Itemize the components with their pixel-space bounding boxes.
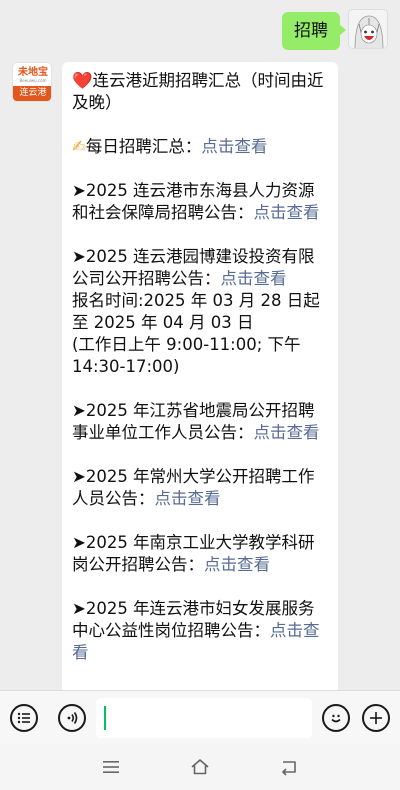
list-item-text: ➤2025 年南京工业大学教学科研岗公开招聘公告： [72,533,315,574]
plus-icon-glyph [370,712,382,724]
voice-icon-glyph [67,712,78,724]
nav-back-icon[interactable] [278,756,300,778]
list-icon-glyph [17,712,30,724]
brand-logo-subtext: Beeulwu.com [19,78,47,83]
brand-logo-city: 连云港 [13,86,51,101]
daily-summary-label: 每日招聘汇总： [85,137,202,156]
plus-icon[interactable] [362,704,390,732]
list-item: ➤2025 年江苏省地震局公开招聘事业单位工作人员公告：点击查看 [72,400,328,444]
outgoing-message[interactable]: 招聘 [282,12,346,50]
official-account-avatar[interactable]: 未地宝 Beeulwu.com 连云港 [12,62,52,102]
list-item: ➤2025 年南京工业大学教学科研岗公开招聘公告：点击查看 [72,532,328,576]
message-title: ❤️连云港近期招聘汇总（时间由近及晚） [72,70,328,114]
brand-logo-text: 未地宝 [18,67,48,78]
heart-icon: ❤️ [72,71,93,90]
input-bar [0,690,400,744]
daily-summary: ✍每日招聘汇总：点击查看 [72,136,328,158]
list-item: ➤2025 年连云港市妇女发展服务中心公益性岗位招聘公告：点击查看 [72,598,328,664]
list-item-link[interactable]: 点击查看 [155,489,221,508]
brand-logo: 未地宝 Beeulwu.com [13,63,51,87]
nav-home-icon[interactable] [189,756,211,778]
nav-menu-glyph [103,761,119,773]
user-avatar[interactable] [348,9,388,49]
list-item-link[interactable]: 点击查看 [221,269,287,288]
list-item: ➤2025 连云港市东海县人力资源和社会保障局招聘公告：点击查看 [72,180,328,224]
list-item-extra: 报名时间:2025 年 03 月 28 日起至 2025 年 04 月 03 日… [72,291,320,376]
voice-icon[interactable] [58,704,86,732]
chat-area: 招聘 未地宝 Beeulwu.com 连云港 ❤️连云港近期招聘汇总（时间由近及… [0,0,400,690]
writing-hand-icon: ✍ [72,137,86,156]
list-icon[interactable] [10,704,38,732]
outgoing-message-text: 招聘 [294,21,328,41]
emoji-icon-glyph [331,714,341,723]
emoji-icon[interactable] [322,704,350,732]
message-title-text: 连云港近期招聘汇总（时间由近及晚） [72,71,324,112]
daily-summary-link[interactable]: 点击查看 [201,137,267,156]
nav-back-glyph [282,761,296,776]
user-avatar-image [349,10,387,48]
list-item: ➤2025 连云港园博建设投资有限公司公开招聘公告：点击查看 报名时间:2025… [72,246,328,378]
list-item-link[interactable]: 点击查看 [254,423,320,442]
system-nav-bar [0,744,400,790]
list-item: ➤2025 年常州大学公开招聘工作人员公告：点击查看 [72,466,328,510]
list-item-link[interactable]: 点击查看 [204,555,270,574]
nav-menu-icon[interactable] [100,756,122,778]
incoming-message[interactable]: ❤️连云港近期招聘汇总（时间由近及晚） ✍每日招聘汇总：点击查看 ➤2025 连… [62,62,338,690]
message-input[interactable] [96,698,312,738]
text-caret [104,706,106,730]
nav-home-glyph [191,759,209,775]
list-item-link[interactable]: 点击查看 [254,203,320,222]
